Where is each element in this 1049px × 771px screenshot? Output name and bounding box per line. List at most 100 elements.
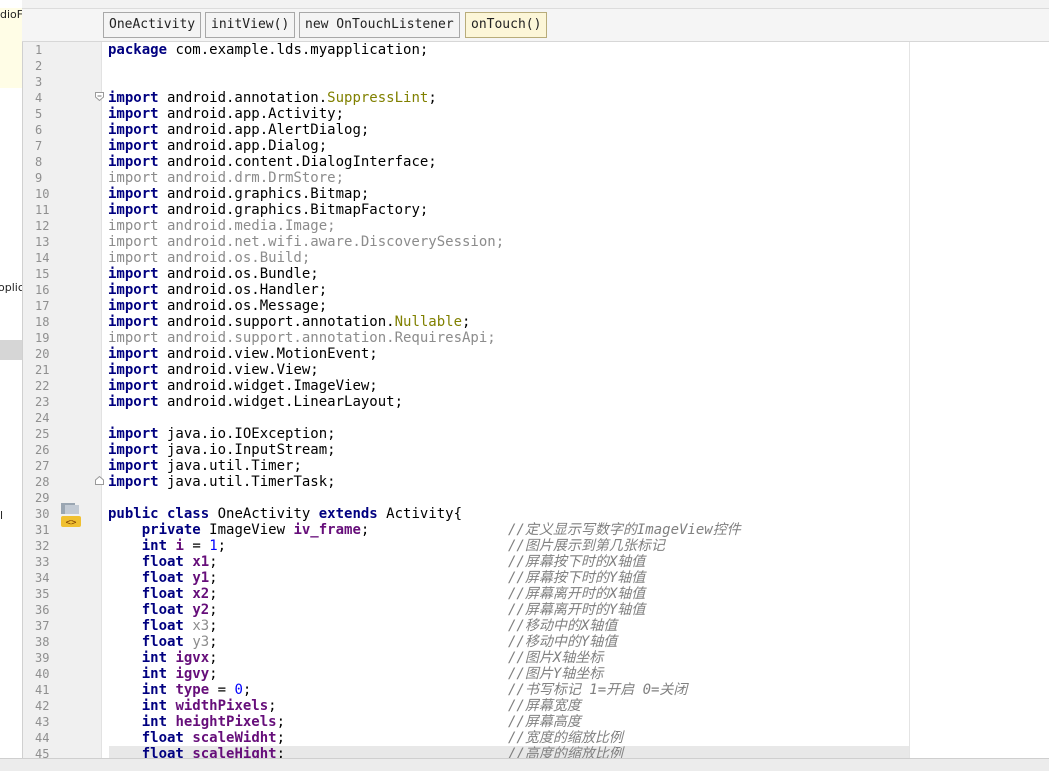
code-line[interactable]: int heightPixels; [108, 714, 285, 730]
fold-end-icon[interactable] [95, 476, 104, 485]
code-token: ; [360, 522, 370, 538]
code-line[interactable]: import android.os.Bundle; [108, 266, 319, 282]
code-line[interactable]: import java.io.InputStream; [108, 442, 336, 458]
code-line[interactable]: package com.example.lds.myapplication; [108, 42, 428, 58]
code-token: java.util.Timer; [158, 458, 302, 474]
code-comment: //宽度的缩放比例 [508, 730, 623, 746]
code-line[interactable]: float scaleWidht; [108, 730, 285, 746]
code-line[interactable]: float x1; [108, 554, 218, 570]
code-token: = [209, 682, 235, 698]
project-panel-text[interactable]: oplic [0, 281, 22, 294]
line-number: 36 [35, 603, 50, 617]
code-token: igvx [175, 650, 210, 666]
fold-icon[interactable] [95, 92, 104, 101]
code-token: x2 [192, 586, 210, 602]
code-token: int [141, 682, 168, 698]
code-comment: //屏幕按下时的X轴值 [508, 554, 646, 570]
code-token: i [175, 538, 184, 554]
code-line[interactable]: import android.graphics.Bitmap; [108, 186, 369, 202]
code-token: import android.os.Build; [108, 250, 311, 266]
code-line[interactable]: import android.annotation.SuppressLint; [108, 90, 437, 106]
line-number: 28 [35, 475, 50, 489]
code-line[interactable]: import android.media.Image; [108, 218, 336, 234]
code-token: import android.support.annotation.Requir… [108, 330, 496, 346]
code-line[interactable]: import android.app.AlertDialog; [108, 122, 369, 138]
breadcrumb-method[interactable]: initView() [205, 12, 296, 38]
code-line[interactable]: import android.os.Message; [108, 298, 327, 314]
code-line[interactable]: int igvx; [108, 650, 218, 666]
code-line[interactable]: int type = 0; [108, 682, 252, 698]
breadcrumb-class[interactable]: OneActivity [103, 12, 202, 38]
code-token: extends [318, 506, 378, 522]
line-number: 4 [35, 91, 43, 105]
code-token: ; [268, 698, 277, 714]
project-panel-text[interactable]: l [0, 509, 3, 522]
code-token: import [108, 266, 159, 282]
code-token: float [141, 570, 184, 586]
code-line[interactable]: int i = 1; [108, 538, 226, 554]
code-token: float [141, 730, 184, 746]
code-line[interactable]: float y3; [108, 634, 218, 650]
code-line[interactable]: float x3; [108, 618, 218, 634]
code-line[interactable]: import android.os.Handler; [108, 282, 327, 298]
line-number: 44 [35, 731, 50, 745]
code-token: ; [428, 90, 437, 106]
code-comment: //屏幕离开时的X轴值 [508, 586, 646, 602]
line-number: 13 [35, 235, 50, 249]
project-panel-highlight-row[interactable] [0, 340, 22, 360]
code-line[interactable]: import android.widget.LinearLayout; [108, 394, 403, 410]
code-line[interactable]: import android.graphics.BitmapFactory; [108, 202, 428, 218]
code-line[interactable]: import android.view.View; [108, 362, 319, 378]
line-number: 9 [35, 171, 43, 185]
line-number: 2 [35, 59, 43, 73]
line-number: 29 [35, 491, 50, 505]
code-line[interactable]: float y1; [108, 570, 218, 586]
code-token: ; [462, 314, 471, 330]
line-number: 42 [35, 699, 50, 713]
code-token: ; [242, 682, 252, 698]
code-token: float [141, 618, 184, 634]
code-comment: //屏幕宽度 [508, 698, 581, 714]
code-line[interactable]: import java.util.TimerTask; [108, 474, 336, 490]
breadcrumb-anonymous-class[interactable]: new OnTouchListener [299, 12, 460, 38]
horizontal-scrollbar[interactable] [0, 758, 1049, 771]
line-number: 43 [35, 715, 50, 729]
code-line[interactable]: import android.widget.ImageView; [108, 378, 378, 394]
code-line[interactable]: import android.net.wifi.aware.DiscoveryS… [108, 234, 504, 250]
code-line[interactable]: import android.app.Dialog; [108, 138, 327, 154]
code-comment: //屏幕按下时的Y轴值 [508, 570, 646, 586]
line-number: 38 [35, 635, 50, 649]
code-token: java.io.IOException; [158, 426, 336, 442]
project-panel-text[interactable]: dioF [0, 8, 22, 21]
code-line[interactable]: float x2; [108, 586, 218, 602]
code-comment: //图片Y轴坐标 [508, 666, 604, 682]
code-line[interactable]: import android.support.annotation.Nullab… [108, 314, 470, 330]
line-number: 6 [35, 123, 43, 137]
code-line[interactable]: import java.util.Timer; [108, 458, 302, 474]
code-line[interactable]: import android.app.Activity; [108, 106, 344, 122]
code-line[interactable]: import android.drm.DrmStore; [108, 170, 344, 186]
code-token: 1 [209, 538, 218, 554]
code-line[interactable]: public class OneActivity extends Activit… [108, 506, 462, 522]
code-token: android.widget.ImageView; [158, 378, 378, 394]
code-line[interactable]: import android.content.DialogInterface; [108, 154, 437, 170]
code-line[interactable]: private ImageView iv_frame; [108, 522, 370, 538]
code-line[interactable]: float y2; [108, 602, 218, 618]
code-line[interactable]: import android.support.annotation.Requir… [108, 330, 496, 346]
project-panel[interactable]: dioF oplic l [0, 0, 23, 758]
code-line[interactable]: import android.view.MotionEvent; [108, 346, 378, 362]
code-line[interactable]: int igvy; [108, 666, 218, 682]
code-token: Nullable [394, 314, 463, 330]
line-number: 18 [35, 315, 50, 329]
code-token: android.content.DialogInterface; [158, 154, 437, 170]
code-comment: //移动中的Y轴值 [508, 634, 618, 650]
code-token: ; [209, 618, 218, 634]
code-line[interactable]: import android.os.Build; [108, 250, 310, 266]
code-token: float [141, 634, 184, 650]
code-line[interactable]: import java.io.IOException; [108, 426, 336, 442]
code-line[interactable]: int widthPixels; [108, 698, 277, 714]
breadcrumb-current-method[interactable]: onTouch() [465, 12, 548, 38]
